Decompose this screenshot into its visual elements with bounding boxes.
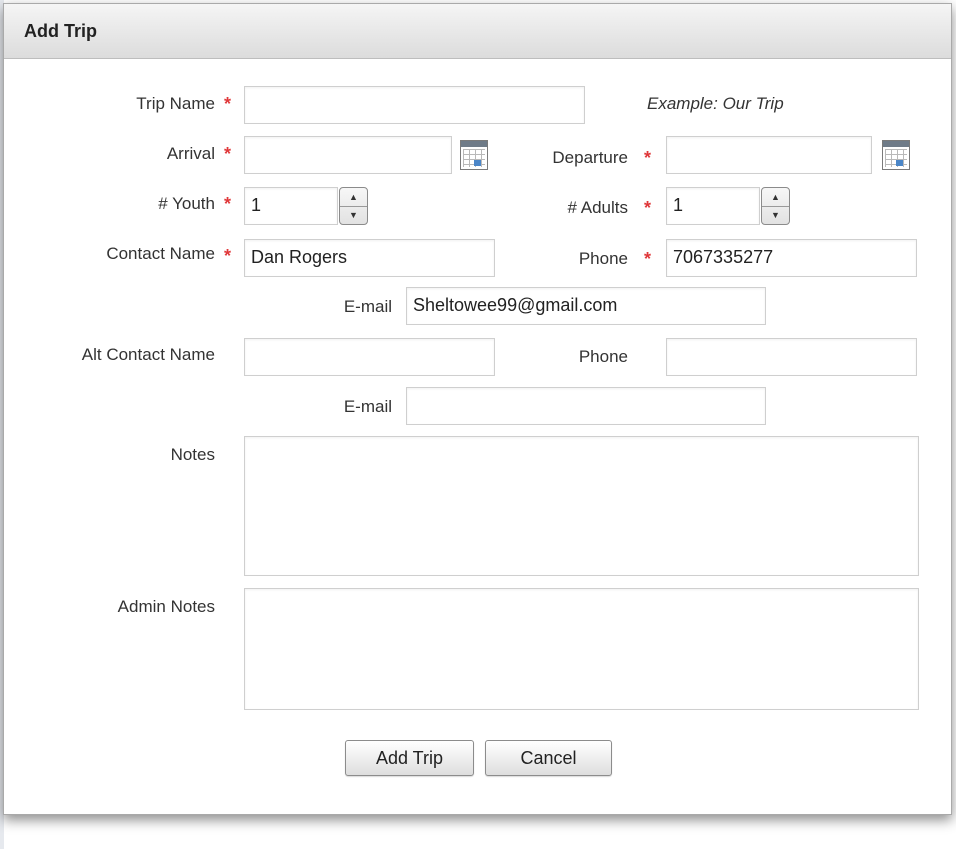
admin-notes-label: Admin Notes bbox=[117, 597, 215, 616]
trip-name-input[interactable] bbox=[244, 86, 585, 124]
dialog-titlebar[interactable]: Add Trip bbox=[4, 4, 951, 59]
youth-count-input[interactable]: 1 bbox=[244, 187, 338, 225]
phone-label: Phone bbox=[578, 249, 628, 268]
email-label: E-mail bbox=[343, 297, 392, 316]
email-input[interactable]: Sheltowee99@gmail.com bbox=[406, 287, 766, 325]
adults-label: # Adults bbox=[567, 198, 629, 217]
adults-required-marker: * bbox=[644, 198, 652, 218]
youth-required-marker: * bbox=[224, 194, 232, 214]
contact-name-input[interactable]: Dan Rogers bbox=[244, 239, 495, 277]
spinner-down-icon[interactable]: ▼ bbox=[762, 206, 789, 224]
arrival-label: Arrival bbox=[166, 144, 215, 163]
alt-contact-name-label: Alt Contact Name bbox=[81, 345, 215, 364]
adults-count-input[interactable]: 1 bbox=[666, 187, 760, 225]
notes-textarea[interactable] bbox=[244, 436, 919, 576]
alt-email-label: E-mail bbox=[343, 397, 392, 416]
adults-spinner[interactable]: ▲ ▼ bbox=[761, 187, 790, 225]
spinner-down-icon[interactable]: ▼ bbox=[340, 206, 367, 224]
contact-name-label: Contact Name bbox=[106, 244, 215, 263]
spinner-up-icon[interactable]: ▲ bbox=[340, 188, 367, 207]
calendar-icon[interactable] bbox=[882, 140, 910, 170]
alt-contact-name-input[interactable] bbox=[244, 338, 495, 376]
arrival-required-marker: * bbox=[224, 144, 232, 164]
admin-notes-textarea[interactable] bbox=[244, 588, 919, 710]
phone-required-marker: * bbox=[644, 249, 652, 269]
departure-required-marker: * bbox=[644, 148, 652, 168]
trip-name-example-hint: Example: Our Trip bbox=[647, 94, 784, 113]
youth-label: # Youth bbox=[158, 194, 215, 213]
departure-label: Departure bbox=[552, 148, 628, 167]
add-trip-button[interactable]: Add Trip bbox=[345, 740, 474, 776]
trip-name-required-marker: * bbox=[224, 94, 232, 114]
alt-email-input[interactable] bbox=[406, 387, 766, 425]
phone-input[interactable]: 7067335277 bbox=[666, 239, 917, 277]
arrival-date-input[interactable] bbox=[244, 136, 452, 174]
alt-phone-label: Phone bbox=[578, 347, 628, 366]
cancel-button[interactable]: Cancel bbox=[485, 740, 612, 776]
departure-date-input[interactable] bbox=[666, 136, 872, 174]
youth-spinner[interactable]: ▲ ▼ bbox=[339, 187, 368, 225]
notes-label: Notes bbox=[170, 445, 215, 464]
dialog-title: Add Trip bbox=[24, 21, 97, 41]
trip-name-label: Trip Name bbox=[136, 94, 215, 113]
alt-phone-input[interactable] bbox=[666, 338, 917, 376]
spinner-up-icon[interactable]: ▲ bbox=[762, 188, 789, 207]
contact-name-required-marker: * bbox=[224, 246, 232, 266]
